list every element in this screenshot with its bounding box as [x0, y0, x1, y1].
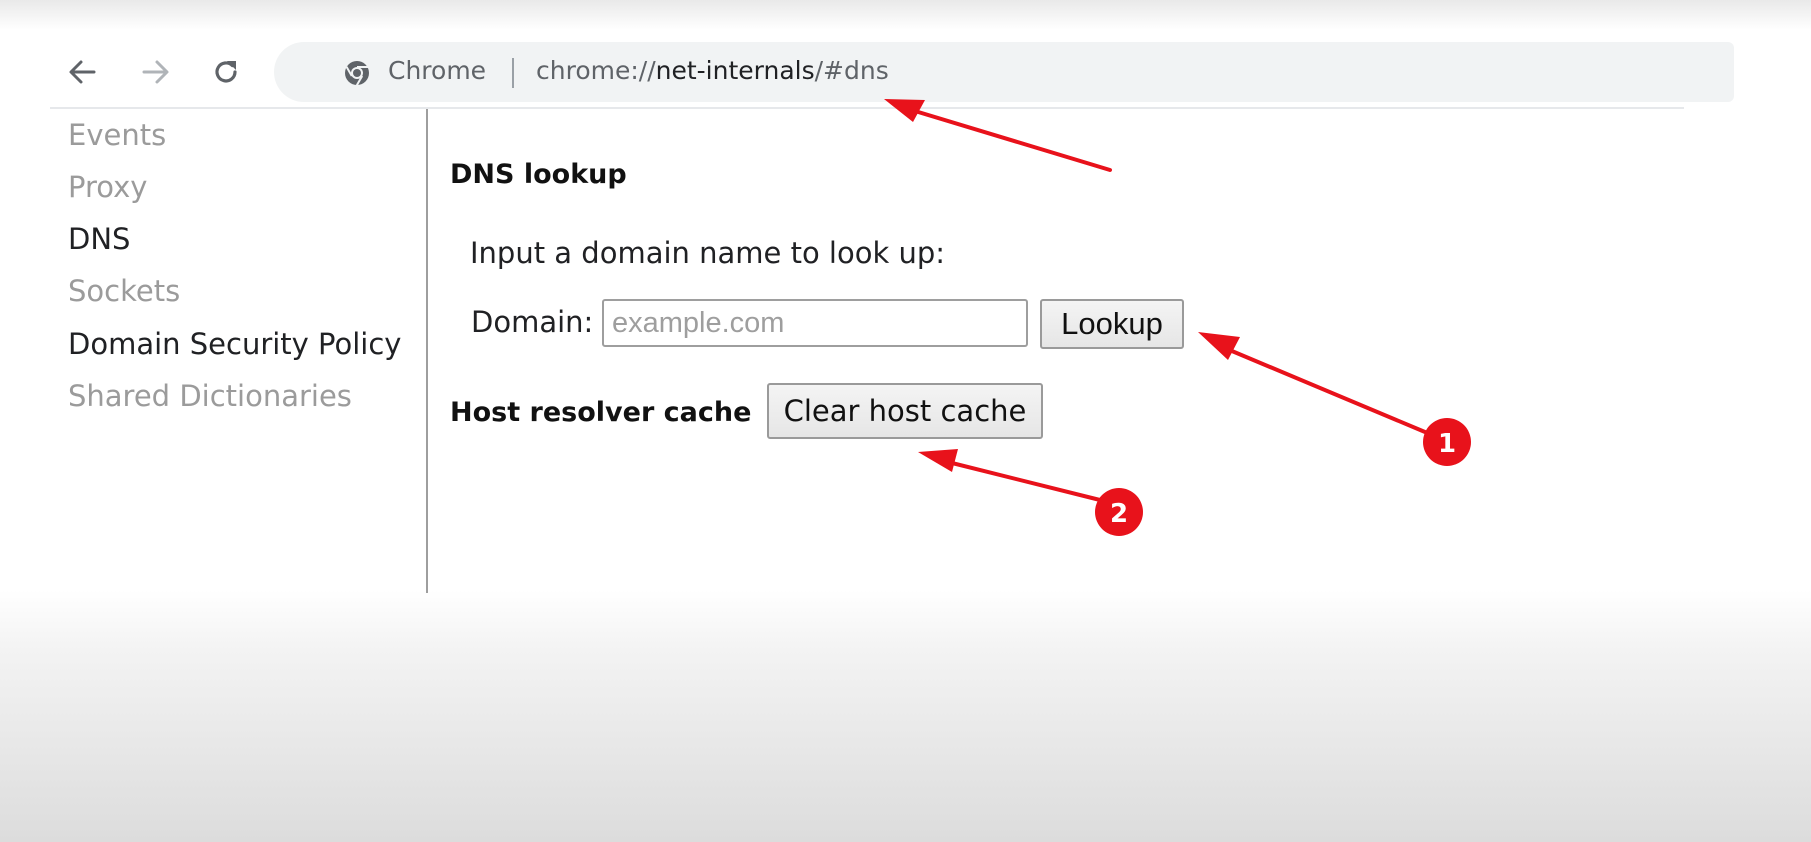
arrow-right-icon: [142, 60, 169, 84]
chrome-logo-icon: [345, 61, 369, 86]
url-scheme: chrome://: [536, 56, 656, 85]
reload-icon: [215, 61, 237, 83]
url-host: net-internals: [655, 56, 815, 85]
reload-button[interactable]: [206, 52, 246, 92]
url-path: /#dns: [814, 56, 889, 85]
omnibox-separator: [512, 58, 514, 88]
back-button[interactable]: [62, 52, 102, 92]
domain-label: Domain:: [471, 305, 594, 339]
omnibox-url[interactable]: chrome://net-internals/#dns: [536, 56, 889, 85]
sidebar-item-sockets[interactable]: Sockets: [68, 274, 180, 308]
host-resolver-cache-title: Host resolver cache: [450, 397, 752, 428]
sidebar-item-domain-security-policy[interactable]: Domain Security Policy: [68, 327, 401, 361]
dns-lookup-title: DNS lookup: [450, 159, 627, 190]
omnibox[interactable]: Chrome chrome://net-internals/#dns: [274, 42, 1734, 102]
sidebar-item-shared-dictionaries[interactable]: Shared Dictionaries: [68, 379, 352, 413]
sidebar-item-events[interactable]: Events: [68, 118, 166, 152]
browser-toolbar: Chrome chrome://net-internals/#dns: [50, 36, 1734, 108]
sidebar-item-dns[interactable]: DNS: [68, 222, 130, 256]
dns-lookup-instruction: Input a domain name to look up:: [470, 236, 946, 270]
omnibox-site-label: Chrome: [388, 56, 487, 85]
clear-host-cache-button[interactable]: Clear host cache: [767, 383, 1043, 439]
sidebar-nav: Events Proxy DNS Sockets Domain Security…: [50, 109, 426, 593]
forward-button[interactable]: [136, 52, 176, 92]
arrow-left-icon: [69, 60, 96, 84]
domain-input[interactable]: [602, 299, 1028, 347]
sidebar-item-proxy[interactable]: Proxy: [68, 170, 147, 204]
sidebar-divider: [426, 109, 428, 593]
lookup-button[interactable]: Lookup: [1040, 299, 1184, 349]
